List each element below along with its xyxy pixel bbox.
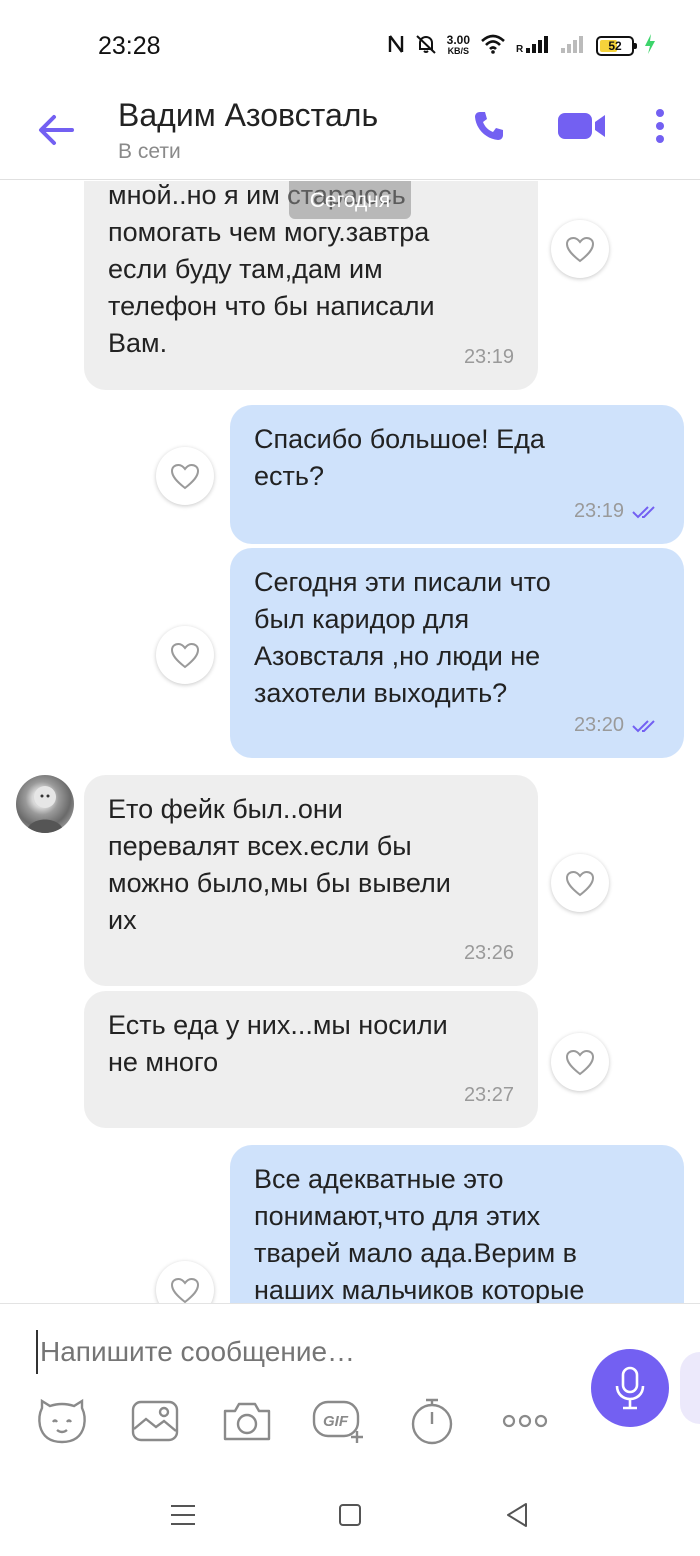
like-button[interactable] <box>551 854 609 912</box>
back-triangle-icon <box>507 1503 527 1527</box>
date-separator: Сегодня <box>289 181 411 219</box>
heart-icon <box>565 1049 595 1075</box>
heart-icon <box>170 642 200 668</box>
video-camera-icon <box>558 113 605 139</box>
read-receipt-icon <box>632 505 655 518</box>
voice-message-button[interactable] <box>591 1349 669 1427</box>
camera-button[interactable] <box>219 1396 275 1446</box>
read-receipt-icon <box>632 719 655 732</box>
battery-icon: 52 <box>596 36 637 56</box>
mute-icon <box>415 33 437 60</box>
like-button[interactable] <box>551 1033 609 1091</box>
wifi-icon <box>480 34 506 59</box>
message-text: Спасибо большое! Еда есть? <box>254 424 545 491</box>
gallery-icon <box>131 1400 179 1442</box>
message-text: Все адекватные это понимают,что для этих… <box>254 1164 585 1303</box>
message-time: 23:19 <box>573 500 624 522</box>
heart-icon <box>565 236 595 262</box>
microphone-icon <box>615 1366 645 1410</box>
message-text: Сегодня эти писали что был каридор для А… <box>254 567 551 708</box>
status-icons: 3.00 KB/S R 52 <box>387 32 656 60</box>
message-time: 23:19 <box>463 346 514 368</box>
sticker-icon <box>38 1398 86 1444</box>
heart-icon <box>565 870 595 896</box>
message-text: Есть еда у них...мы носили не много <box>108 1010 448 1077</box>
message-time: 23:20 <box>573 714 624 736</box>
system-navigation-bar <box>0 1473 700 1556</box>
more-vertical-icon <box>656 109 664 143</box>
like-button[interactable] <box>156 447 214 505</box>
more-options-button[interactable] <box>497 1396 553 1446</box>
home-button[interactable] <box>330 1497 370 1533</box>
message-bubble-outgoing[interactable]: Спасибо большое! Еда есть? 23:19 <box>230 405 684 544</box>
gif-button[interactable]: GIF <box>311 1396 367 1446</box>
recent-apps-button[interactable] <box>163 1497 203 1533</box>
nfc-icon <box>387 33 405 60</box>
message-bubble-incoming[interactable]: Есть еда у них...мы носили не много 23:2… <box>84 991 538 1128</box>
battery-level: 52 <box>608 39 622 53</box>
timer-button[interactable] <box>404 1396 460 1446</box>
camera-icon <box>223 1402 271 1441</box>
svg-text:R: R <box>516 44 524 54</box>
more-options-icon <box>502 1414 548 1428</box>
signal-icon <box>560 34 586 59</box>
chat-header: Вадим Азовсталь В сети <box>0 92 700 180</box>
message-list[interactable]: мной..но я им стараюсь помогать чем могу… <box>0 181 700 1303</box>
back-button[interactable] <box>34 108 78 152</box>
phone-icon <box>475 112 503 140</box>
message-meta: 23:19 <box>574 493 660 530</box>
signal-icon: R <box>516 34 550 59</box>
voice-call-button[interactable] <box>467 104 511 148</box>
like-button[interactable] <box>156 626 214 684</box>
speed-value: 3.00 <box>446 33 470 47</box>
timer-icon <box>411 1398 453 1445</box>
menu-icon <box>171 1505 195 1525</box>
message-meta: 23:19 <box>464 339 514 376</box>
message-time: 23:27 <box>463 1084 514 1106</box>
message-text: Ето фейк был..они перевалят всех.если бы… <box>108 794 451 935</box>
message-meta: 23:26 <box>464 935 514 972</box>
message-composer: GIF <box>0 1303 700 1473</box>
contact-avatar[interactable] <box>16 775 74 833</box>
heart-icon <box>170 463 200 489</box>
mic-edge <box>680 1352 700 1424</box>
status-bar: 23:28 3.00 KB/S R 52 <box>0 0 700 92</box>
contact-name[interactable]: Вадим Азовсталь <box>118 97 378 134</box>
back-arrow-icon <box>39 115 74 145</box>
sticker-button[interactable] <box>34 1396 90 1446</box>
svg-text:GIF: GIF <box>323 1413 349 1430</box>
home-square-icon <box>339 1504 361 1526</box>
status-time: 23:28 <box>98 32 161 60</box>
message-time: 23:26 <box>463 942 514 964</box>
message-bubble-outgoing[interactable]: Все адекватные это понимают,что для этих… <box>230 1145 684 1303</box>
speed-unit: KB/S <box>447 46 470 56</box>
like-button[interactable] <box>551 220 609 278</box>
message-input[interactable] <box>36 1330 556 1374</box>
gif-icon: GIF <box>312 1400 363 1443</box>
charging-icon <box>644 33 656 60</box>
heart-icon <box>170 1277 200 1303</box>
more-menu-button[interactable] <box>646 104 674 148</box>
video-call-button[interactable] <box>554 104 610 148</box>
message-meta: 23:20 <box>574 707 660 744</box>
contact-status: В сети <box>118 140 181 163</box>
back-nav-button[interactable] <box>497 1497 537 1533</box>
message-meta: 23:27 <box>464 1077 514 1114</box>
message-bubble-outgoing[interactable]: Сегодня эти писали что был каридор для А… <box>230 548 684 758</box>
like-button[interactable] <box>156 1261 214 1303</box>
network-speed: 3.00 KB/S <box>446 33 470 57</box>
gallery-button[interactable] <box>127 1396 183 1446</box>
message-bubble-incoming[interactable]: Ето фейк был..они перевалят всех.если бы… <box>84 775 538 986</box>
